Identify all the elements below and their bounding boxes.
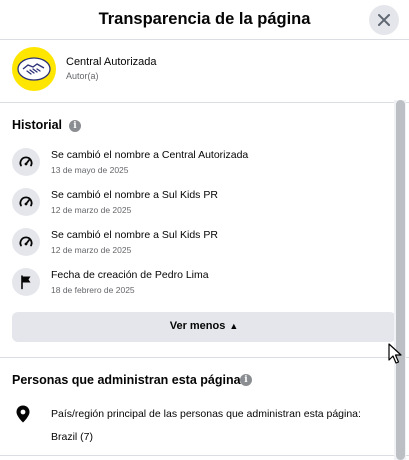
name-change-icon — [12, 228, 40, 256]
author-name[interactable]: Central Autorizada — [66, 56, 157, 68]
history-item: Fecha de creación de Pedro Lima 18 de fe… — [0, 268, 390, 304]
page-transparency-dialog: Transparencia de la página Central Autor… — [0, 0, 409, 460]
admins-location-label: País/región principal de las personas qu… — [51, 408, 361, 420]
chevron-up-icon: ▲ — [229, 321, 239, 331]
dialog-title: Transparencia de la página — [98, 10, 311, 28]
history-item-text: Se cambió el nombre a Central Autorizada — [51, 149, 249, 161]
history-item: Se cambió el nombre a Sul Kids PR 12 de … — [0, 188, 390, 224]
history-item: Se cambió el nombre a Sul Kids PR 12 de … — [0, 228, 390, 264]
handshake-logo-icon — [17, 57, 51, 81]
close-button[interactable] — [369, 5, 399, 35]
section-divider — [0, 357, 409, 358]
history-item-date: 12 de marzo de 2025 — [51, 205, 132, 215]
section-divider — [0, 455, 409, 456]
author-row: Central Autorizada Autor(a) — [0, 40, 409, 103]
history-item-date: 12 de marzo de 2025 — [51, 245, 132, 255]
see-less-button[interactable]: Ver menos ▲ — [12, 312, 396, 342]
scrollbar-thumb[interactable] — [396, 100, 405, 460]
history-item: Se cambió el nombre a Central Autorizada… — [0, 148, 390, 184]
history-item-date: 18 de febrero de 2025 — [51, 285, 135, 295]
dialog-header: Transparencia de la página — [0, 0, 409, 40]
location-pin-icon — [16, 405, 30, 423]
admins-location-value: Brazil (7) — [51, 431, 94, 443]
admins-title: Personas que administran esta página — [12, 373, 241, 387]
name-change-icon — [12, 188, 40, 216]
mouse-cursor-icon — [388, 343, 402, 364]
history-title: Historial — [12, 118, 63, 132]
avatar[interactable] — [12, 47, 56, 91]
name-change-icon — [12, 148, 40, 176]
history-item-text: Fecha de creación de Pedro Lima — [51, 269, 209, 281]
history-item-text: Se cambió el nombre a Sul Kids PR — [51, 229, 218, 241]
flag-icon — [12, 268, 40, 296]
admins-info-icon[interactable]: i — [240, 374, 252, 386]
see-less-label-wrap: Ver menos ▲ — [12, 320, 396, 332]
history-item-date: 13 de mayo de 2025 — [51, 165, 129, 175]
see-less-label: Ver menos — [169, 320, 226, 332]
history-info-icon[interactable]: i — [69, 120, 81, 132]
author-role: Autor(a) — [66, 71, 99, 81]
history-item-text: Se cambió el nombre a Sul Kids PR — [51, 189, 218, 201]
close-icon — [378, 14, 390, 26]
